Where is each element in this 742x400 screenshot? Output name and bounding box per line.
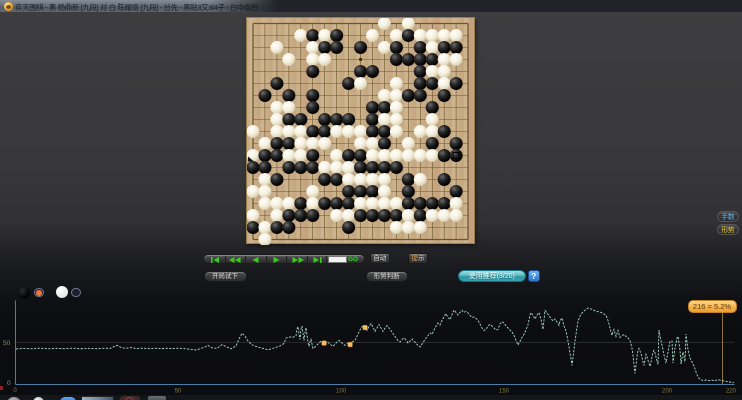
svg-text:0: 0 (7, 380, 11, 387)
svg-text:200: 200 (662, 389, 673, 395)
svg-text:0: 0 (13, 388, 17, 394)
svg-text:150: 150 (499, 389, 510, 395)
svg-text:220: 220 (726, 389, 737, 395)
svg-text:50: 50 (3, 340, 11, 347)
svg-text:100: 100 (336, 389, 347, 395)
svg-text:50: 50 (175, 389, 182, 395)
